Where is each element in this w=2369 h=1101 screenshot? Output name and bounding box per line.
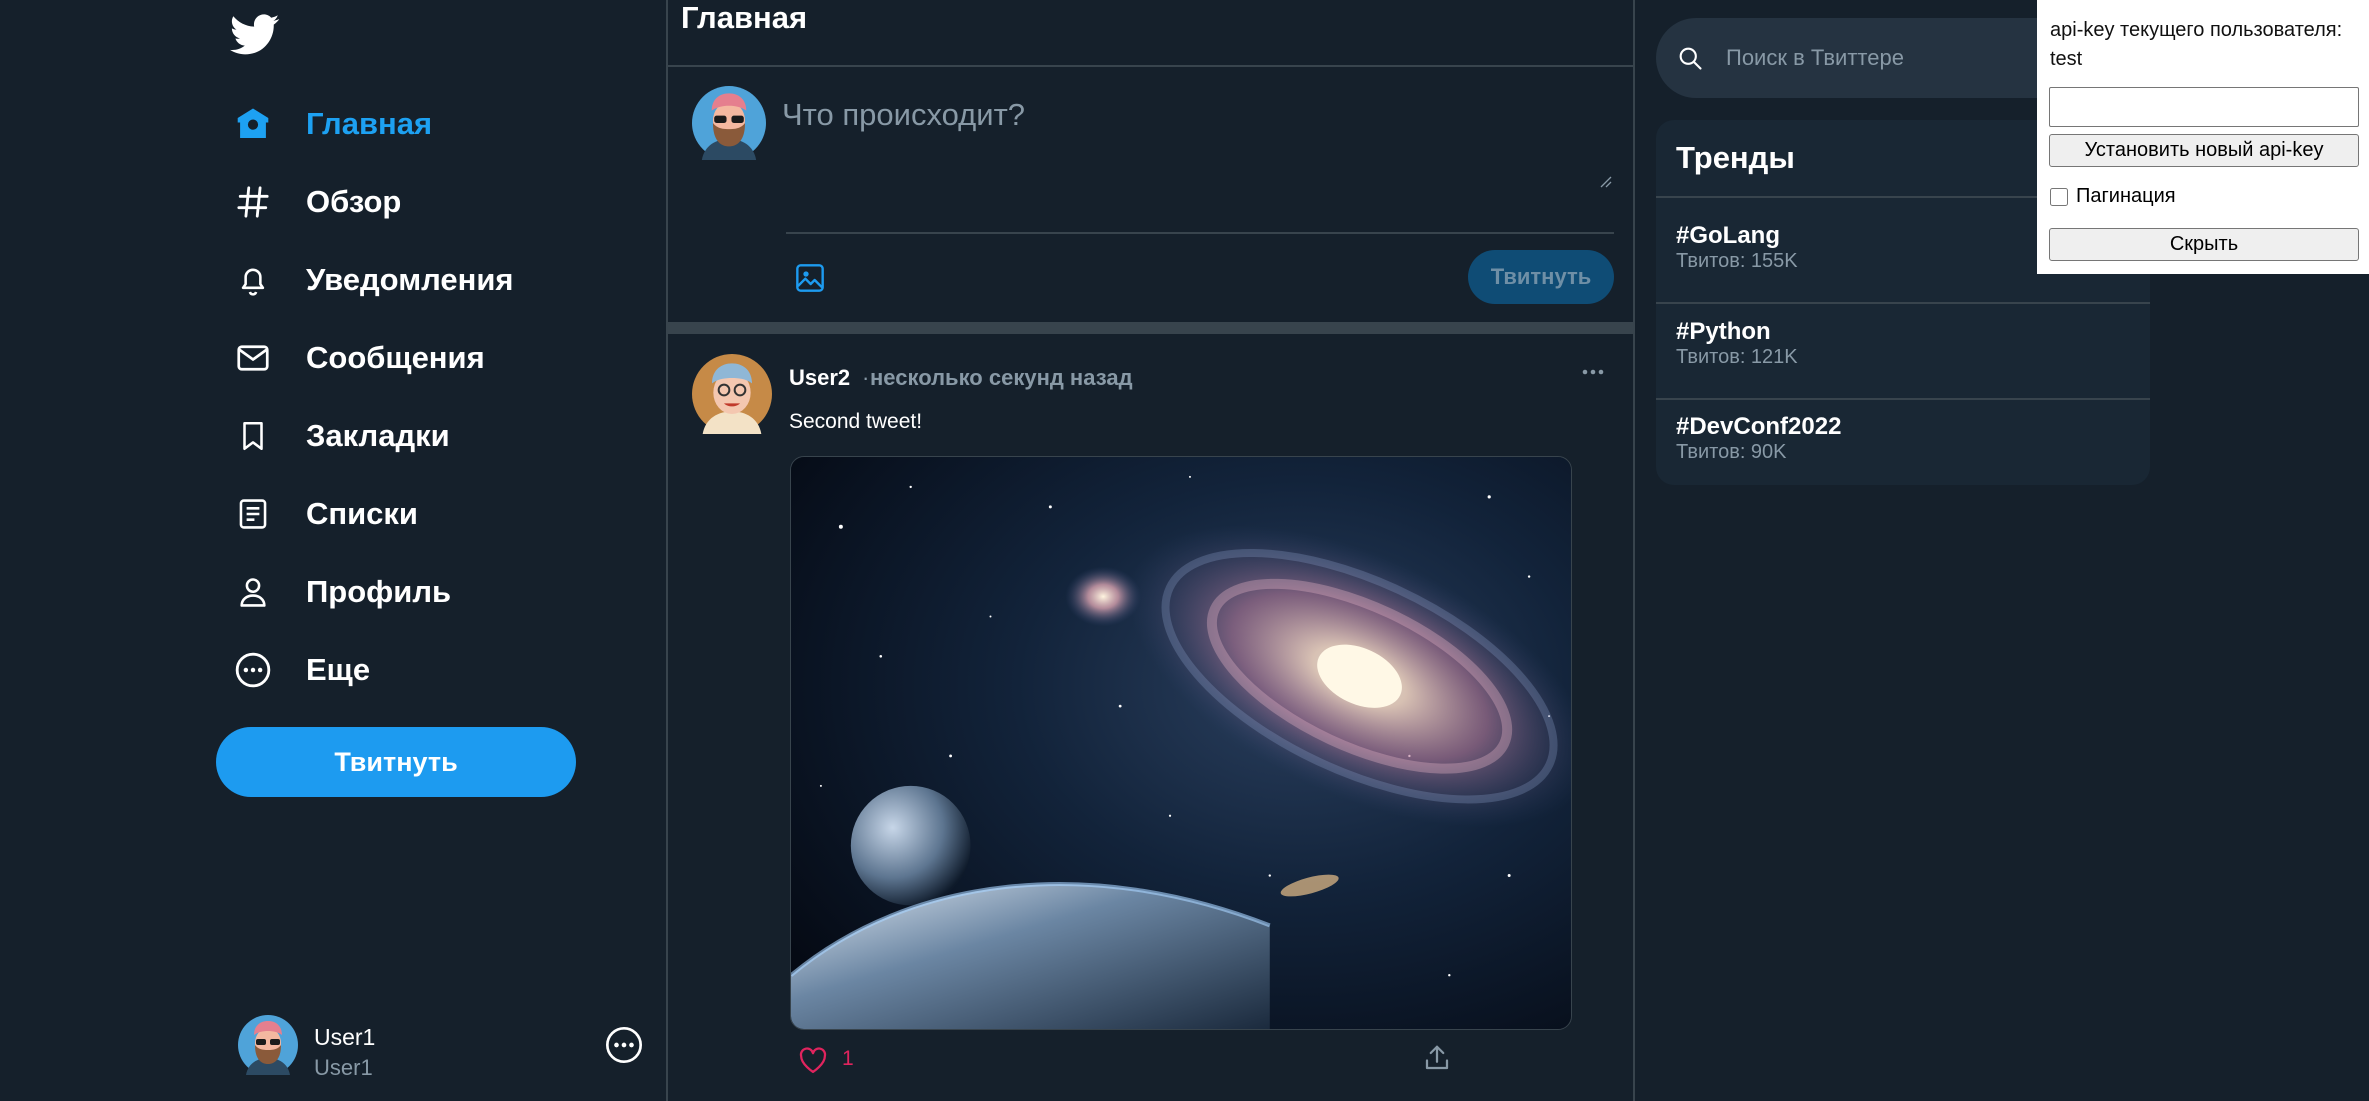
main-column: Главная Твитнуть User2 · несколько се [666, 0, 1635, 1101]
home-icon [234, 105, 272, 143]
pagination-toggle[interactable]: Пагинация [2050, 185, 2176, 208]
account-switcher[interactable]: User1 User1 [238, 1015, 658, 1080]
nav-label-profile: Профиль [306, 574, 452, 609]
nav-label-bookmarks: Закладки [306, 418, 450, 453]
tweet-separator: · [862, 365, 870, 390]
nav-label-notifications: Уведомления [306, 262, 514, 297]
nav-item-notifications[interactable]: Уведомления [234, 241, 514, 319]
more-horizontal-icon[interactable] [1578, 362, 1608, 382]
nav-label-messages: Сообщения [306, 340, 485, 375]
pagination-checkbox[interactable] [2050, 187, 2068, 206]
api-key-input[interactable] [2049, 87, 2359, 127]
trend-count: Твитов: 90K [1676, 441, 1787, 463]
account-handle: User1 [314, 1055, 373, 1080]
share-icon[interactable] [1422, 1043, 1452, 1073]
main-nav: Главная Обзор Уведомления Сообщения Закл… [234, 85, 514, 709]
nav-label-explore: Обзор [306, 184, 402, 219]
list-icon [234, 495, 272, 533]
more-circle-icon [234, 651, 272, 689]
composer-avatar [692, 86, 766, 160]
trend-tag: #GoLang [1676, 222, 1781, 249]
tweet-text: Second tweet! [789, 410, 923, 433]
trend-count: Твитов: 155K [1676, 250, 1798, 272]
tweet-author[interactable]: User2 [789, 365, 850, 391]
nav-item-bookmarks[interactable]: Закладки [234, 397, 514, 475]
bookmark-icon [234, 417, 272, 455]
hashtag-icon [234, 183, 272, 221]
bell-icon [234, 261, 272, 299]
nav-item-lists[interactable]: Списки [234, 475, 514, 553]
tweet[interactable]: User2 · несколько секунд назад Second tw… [668, 334, 1633, 1101]
nav-label-lists: Списки [306, 496, 418, 531]
trend-item[interactable]: #Python Твитов: 121K [1656, 318, 2150, 413]
divider [786, 232, 1614, 234]
tweet-button[interactable]: Твитнуть [216, 727, 576, 797]
set-api-key-button[interactable]: Установить новый api-key [2049, 134, 2359, 167]
tweet-image-galaxy[interactable] [790, 456, 1572, 1030]
account-name: User1 [314, 1024, 376, 1050]
person-icon [234, 573, 272, 611]
resize-handle-icon[interactable] [1598, 174, 1612, 188]
compose-tweet-button[interactable]: Твитнуть [1468, 250, 1614, 304]
trend-tag: #Python [1676, 318, 1771, 345]
left-sidebar: Главная Обзор Уведомления Сообщения Закл… [0, 0, 666, 1101]
nav-label-home: Главная [306, 106, 433, 141]
page-title: Главная [681, 0, 808, 35]
hide-button[interactable]: Скрыть [2049, 228, 2359, 261]
divider [1656, 398, 2150, 400]
image-icon[interactable] [794, 262, 826, 294]
trend-count: Твитов: 121K [1676, 346, 1798, 368]
account-more-icon[interactable] [604, 1025, 644, 1065]
pagination-label: Пагинация [2076, 185, 2176, 207]
nav-item-messages[interactable]: Сообщения [234, 319, 514, 397]
trend-tag: #DevConf2022 [1676, 413, 1842, 440]
twitter-bird-icon[interactable] [230, 14, 280, 56]
user2-avatar [692, 354, 772, 434]
heart-icon[interactable] [798, 1046, 828, 1074]
nav-item-home[interactable]: Главная [234, 85, 514, 163]
api-key-label: api-key текущего пользователя: test [2050, 19, 2343, 70]
feed-separator [668, 322, 1633, 334]
divider [668, 65, 1633, 67]
nav-item-more[interactable]: Еще [234, 631, 514, 709]
search-icon [1679, 47, 1702, 70]
nav-label-more: Еще [306, 652, 371, 687]
trend-item[interactable]: #DevConf2022 Твитов: 90K [1656, 413, 2150, 485]
tweet-time: несколько секунд назад [870, 365, 1133, 390]
nav-item-profile[interactable]: Профиль [234, 553, 514, 631]
tweet-compose-input[interactable] [780, 95, 1610, 195]
trends-title: Тренды [1676, 140, 1795, 175]
api-key-panel: api-key текущего пользователя: test Уста… [2037, 0, 2369, 274]
mail-icon [234, 339, 272, 377]
user1-avatar [238, 1015, 298, 1075]
like-count: 1 [842, 1047, 854, 1070]
divider [1656, 302, 2150, 304]
nav-item-explore[interactable]: Обзор [234, 163, 514, 241]
